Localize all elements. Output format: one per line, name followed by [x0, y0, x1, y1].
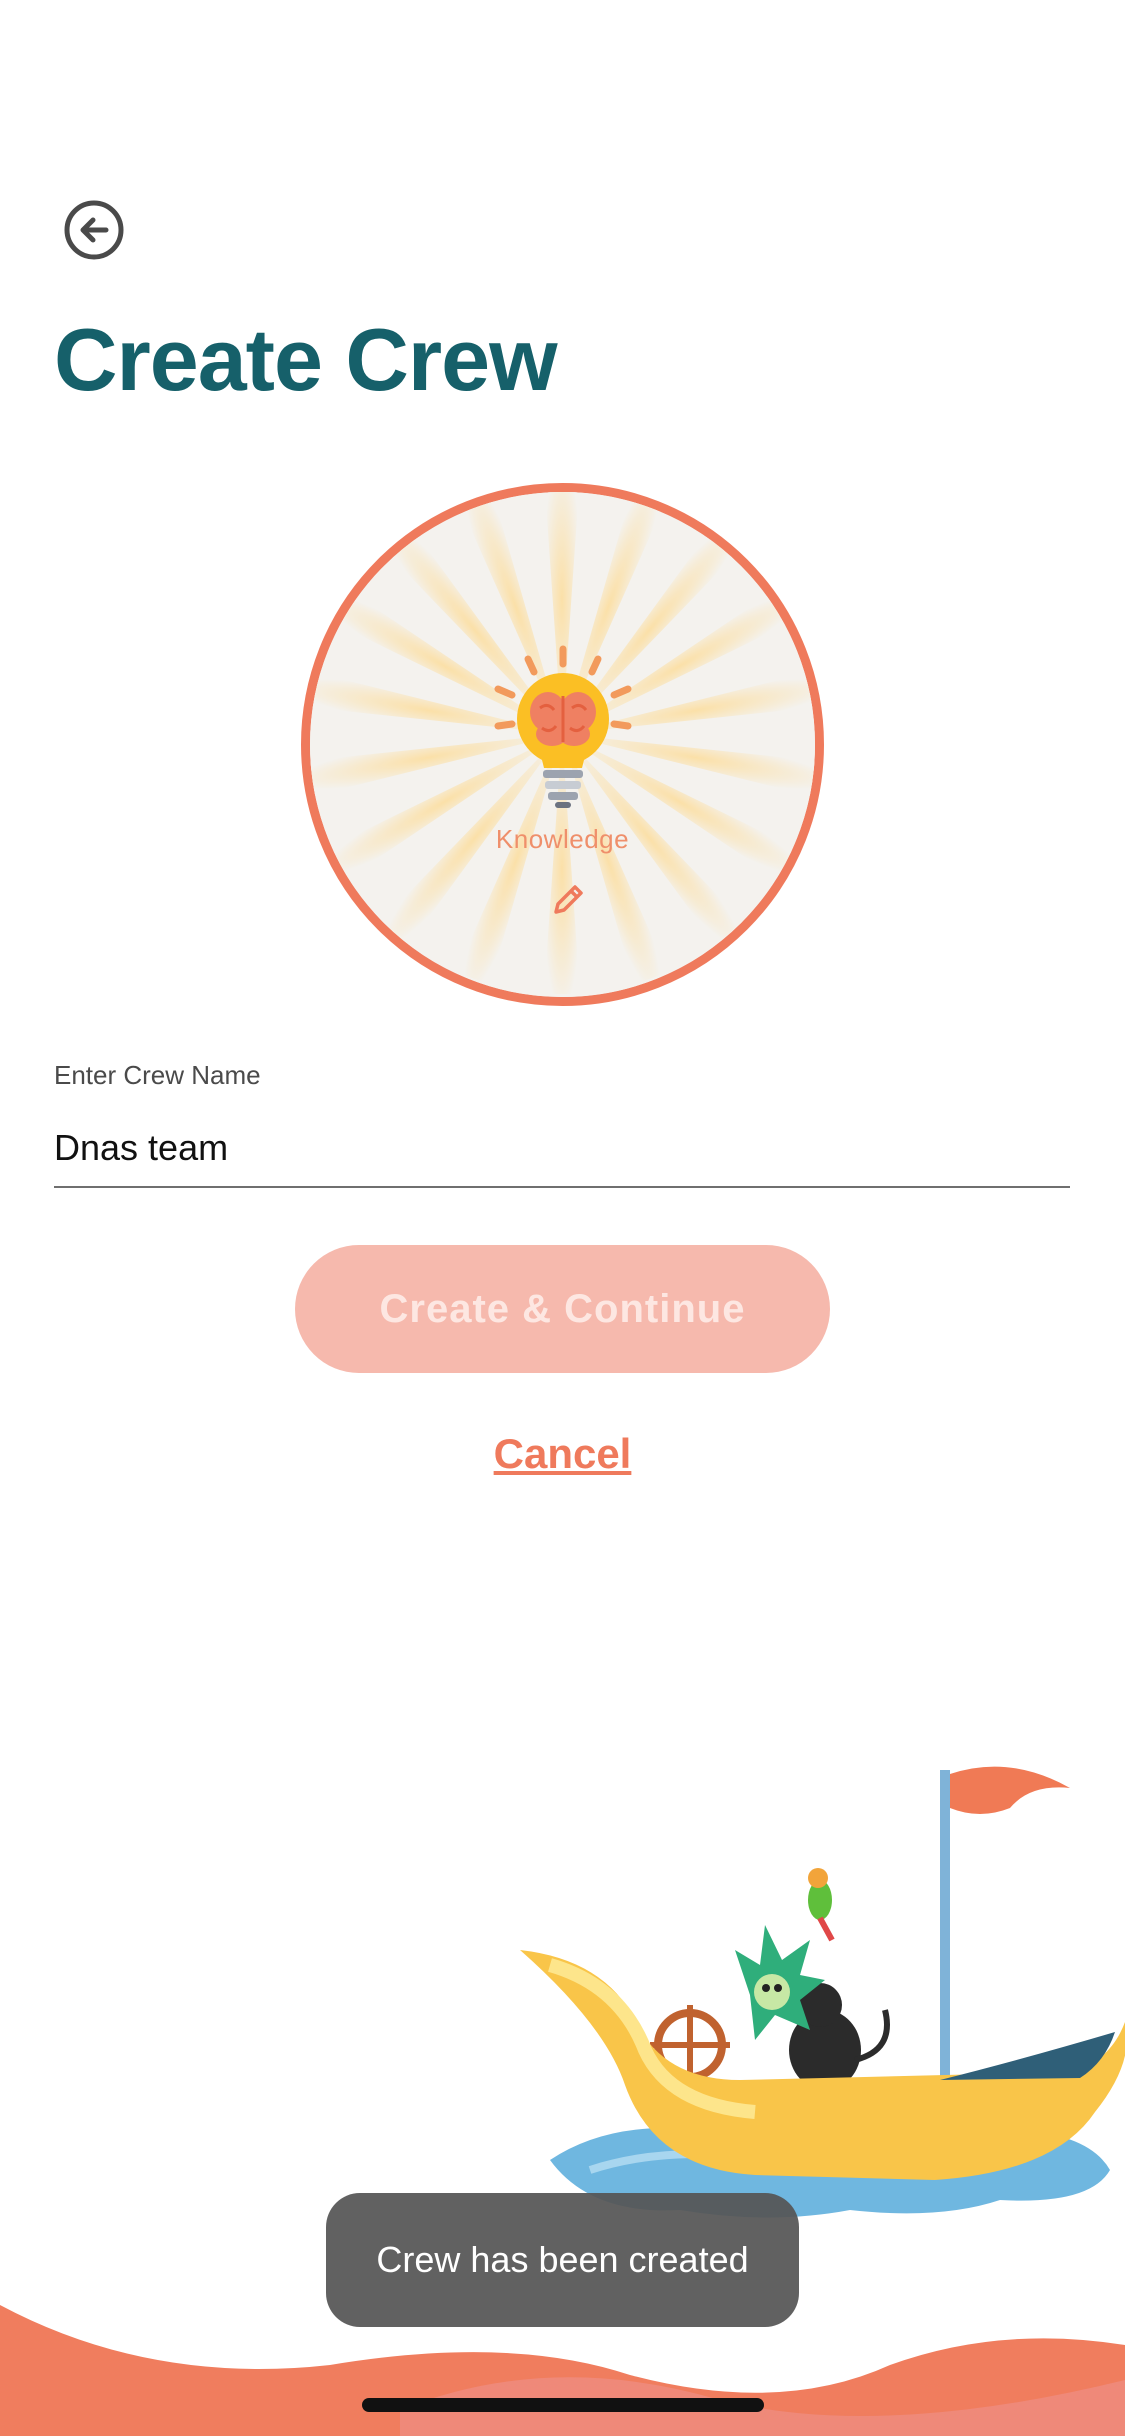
- toast-message: Crew has been created: [326, 2193, 799, 2327]
- avatar-category-label: Knowledge: [495, 824, 630, 854]
- back-arrow-circle-icon: [64, 200, 124, 260]
- boat-crew-illustration: [520, 1766, 1125, 2218]
- lightbulb-brain-icon: [494, 645, 632, 808]
- crew-name-label: Enter Crew Name: [54, 1060, 261, 1090]
- crew-avatar[interactable]: Knowledge: [301, 483, 824, 1006]
- back-button[interactable]: [54, 190, 134, 270]
- cancel-link[interactable]: Cancel: [0, 1430, 1125, 1478]
- edit-avatar-button[interactable]: [546, 876, 592, 922]
- pencil-icon: [554, 885, 583, 914]
- crew-name-input[interactable]: [54, 1110, 1070, 1188]
- home-indicator: [362, 2398, 764, 2412]
- create-continue-button[interactable]: Create & Continue: [295, 1245, 830, 1373]
- page-title: Create Crew: [54, 310, 558, 409]
